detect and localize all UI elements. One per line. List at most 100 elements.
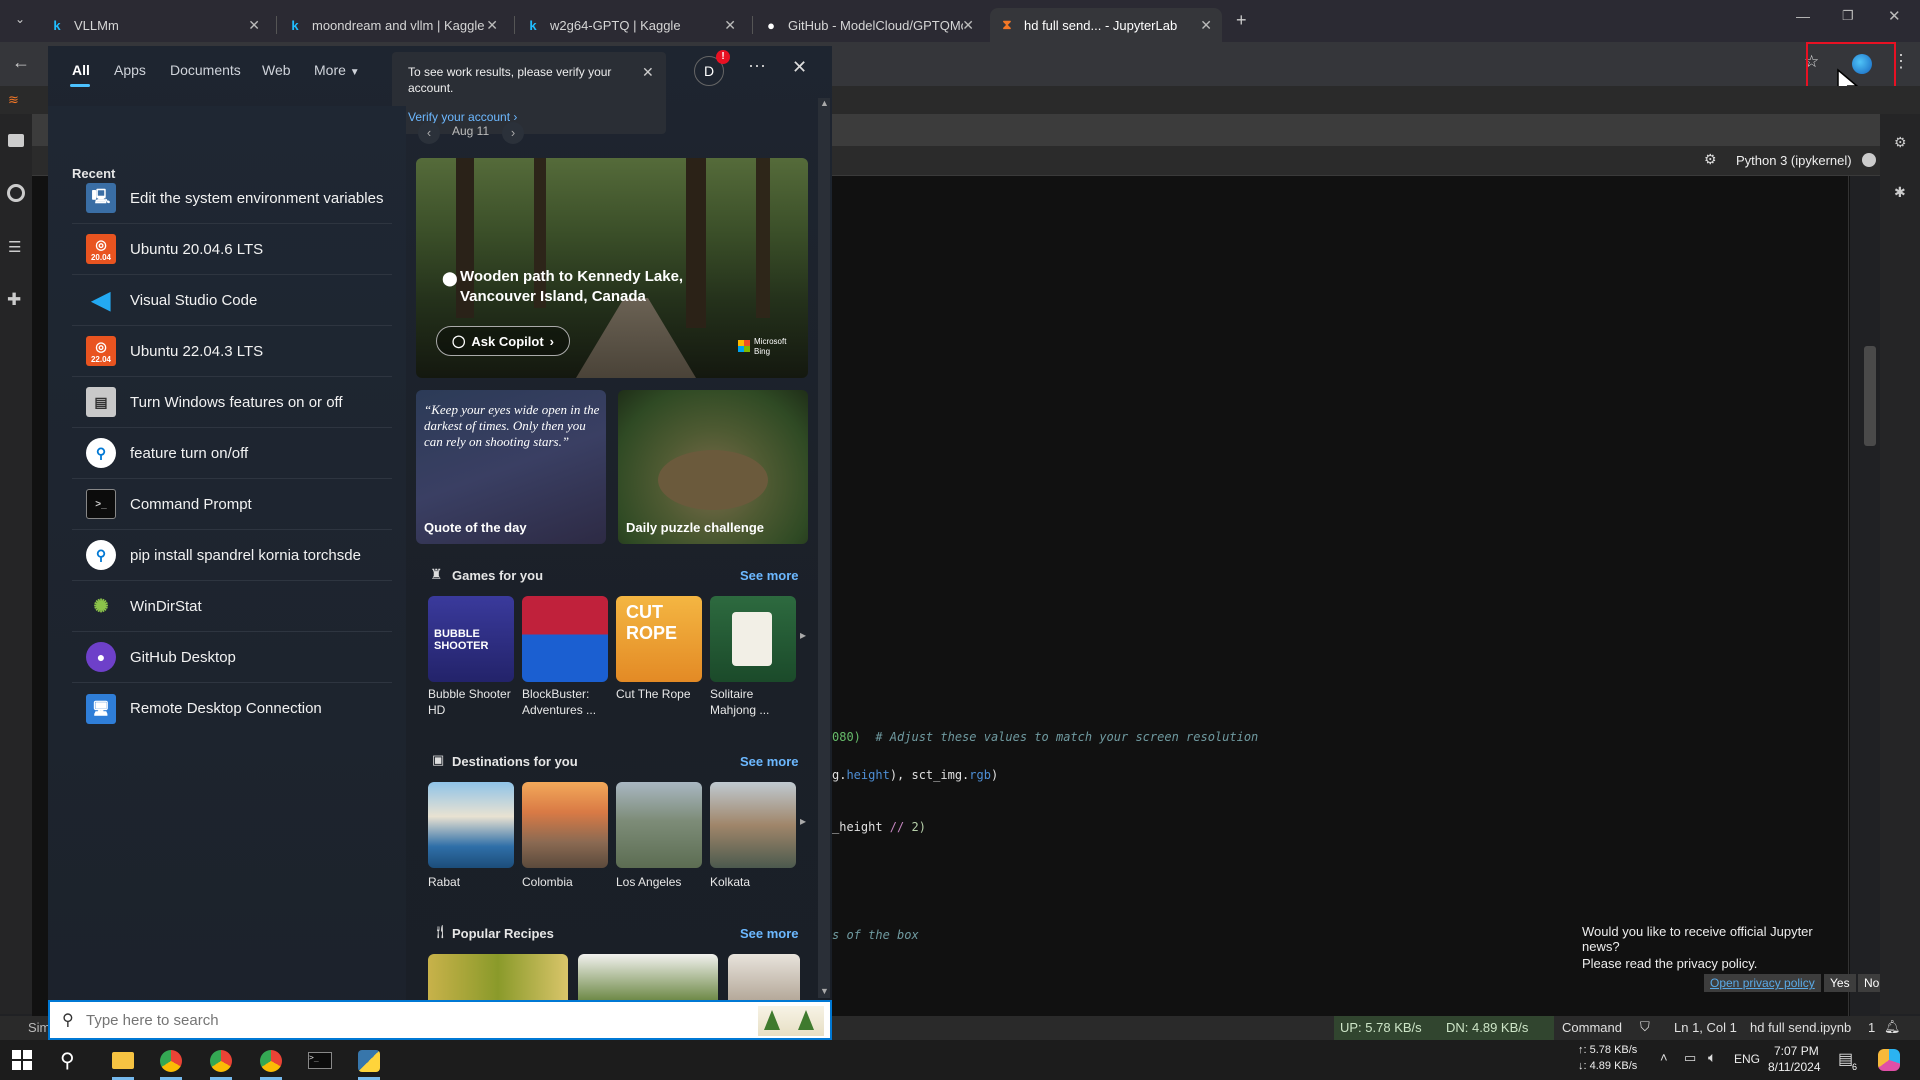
scroll-up-icon[interactable]: ▲ bbox=[820, 98, 829, 108]
avatar-letter: D bbox=[703, 63, 715, 79]
property-inspector-icon[interactable]: ⚙ bbox=[1894, 134, 1907, 151]
new-tab-button[interactable]: + bbox=[1236, 10, 1247, 31]
open-privacy-policy-button[interactable]: Open privacy policy bbox=[1704, 974, 1821, 992]
filter-tab-apps[interactable]: Apps bbox=[114, 62, 146, 78]
search-icon: ⚲ bbox=[62, 1012, 74, 1029]
volume-icon[interactable]: 🔈︎ bbox=[1708, 1049, 1716, 1066]
taskbar-search-box[interactable]: ⚲ bbox=[48, 1000, 832, 1040]
recent-item[interactable]: ▤ Turn Windows features on or off bbox=[72, 377, 392, 428]
tree-trunk bbox=[756, 158, 770, 318]
recent-item[interactable]: ⚲ feature turn on/off bbox=[72, 428, 392, 479]
version-badge: 20.04 bbox=[90, 252, 112, 262]
filter-tab-more[interactable]: More ▼ bbox=[314, 62, 360, 78]
destinations-see-more-link[interactable]: See more bbox=[740, 754, 799, 769]
chevron-up-icon[interactable]: ˄ bbox=[1660, 1050, 1668, 1065]
clock-date[interactable]: 8/11/2024 bbox=[1768, 1060, 1821, 1074]
games-next-arrow[interactable]: ▸ bbox=[800, 628, 806, 642]
toc-icon[interactable]: ☰ bbox=[8, 238, 21, 256]
filter-tab-web[interactable]: Web bbox=[262, 62, 291, 78]
destination-tile-colombia[interactable] bbox=[522, 782, 608, 868]
tree-trunk bbox=[534, 158, 546, 308]
close-icon[interactable]: ✕ bbox=[1200, 17, 1212, 34]
close-icon[interactable]: ✕ bbox=[486, 17, 498, 34]
close-window-button[interactable]: ✕ bbox=[1888, 7, 1901, 25]
game-tile-bubble-shooter[interactable]: BUBBLE SHOOTER bbox=[428, 596, 514, 682]
search-input[interactable] bbox=[86, 1008, 686, 1032]
recent-item[interactable]: ◎ 22.04 Ubuntu 22.04.3 LTS bbox=[72, 326, 392, 377]
file-explorer-icon[interactable] bbox=[112, 1052, 134, 1069]
folder-icon[interactable] bbox=[8, 134, 24, 147]
recipes-see-more-link[interactable]: See more bbox=[740, 926, 799, 941]
panel-scrollbar[interactable] bbox=[818, 98, 830, 998]
chrome-icon[interactable] bbox=[160, 1050, 182, 1072]
tab-search-button[interactable]: ⌄ bbox=[8, 12, 32, 32]
python-icon[interactable] bbox=[358, 1050, 380, 1072]
close-icon[interactable]: ✕ bbox=[248, 17, 260, 34]
chrome-icon[interactable] bbox=[210, 1050, 232, 1072]
running-icon[interactable] bbox=[7, 184, 25, 202]
search-taskbar-icon[interactable]: ⚲ bbox=[60, 1048, 75, 1073]
destination-tile-los-angeles[interactable] bbox=[616, 782, 702, 868]
minimize-button[interactable]: — bbox=[1796, 8, 1810, 24]
recent-item[interactable]: ⚲ pip install spandrel kornia torchsde bbox=[72, 530, 392, 581]
recipe-tile[interactable] bbox=[428, 954, 568, 1000]
tab-gptq-kaggle[interactable]: k w2g64-GPTQ | Kaggle ✕ bbox=[516, 8, 746, 42]
daily-puzzle-card[interactable]: Daily puzzle challenge bbox=[618, 390, 808, 544]
close-icon[interactable]: ✕ bbox=[962, 17, 974, 34]
recent-item[interactable]: 🖳︎ Edit the system environment variables bbox=[72, 173, 392, 224]
recent-item[interactable]: >_ Command Prompt bbox=[72, 479, 392, 530]
next-date-button[interactable]: › bbox=[502, 122, 524, 144]
yes-button[interactable]: Yes bbox=[1824, 974, 1856, 992]
back-icon[interactable]: ← bbox=[12, 52, 30, 73]
close-search-button[interactable]: ✕ bbox=[792, 57, 807, 78]
remote-desktop-icon: 🖥︎ bbox=[86, 693, 116, 724]
destination-tile-rabat[interactable] bbox=[428, 782, 514, 868]
fork-knife-icon: 🍴︎ bbox=[432, 924, 449, 939]
chrome-icon[interactable] bbox=[260, 1050, 282, 1072]
kernel-settings-icon[interactable]: ⚙ bbox=[1704, 151, 1717, 168]
daily-image-card[interactable]: ⬤ Wooden path to Kennedy Lake, Vancouver… bbox=[416, 158, 808, 378]
games-see-more-link[interactable]: See more bbox=[740, 568, 799, 583]
tab-moondream[interactable]: k moondream and vllm | Kaggle ✕ bbox=[278, 8, 508, 42]
kernel-status-icon bbox=[1862, 153, 1876, 167]
game-tile-blockbuster[interactable] bbox=[522, 596, 608, 682]
prev-date-button[interactable]: ‹ bbox=[418, 122, 440, 144]
terminal-icon[interactable]: >_ bbox=[308, 1052, 332, 1069]
tab-jupyterlab[interactable]: ⧗ hd full send... - JupyterLab ✕ bbox=[990, 8, 1222, 42]
recent-item[interactable]: ◀ Visual Studio Code bbox=[72, 275, 392, 326]
tab-vllmm[interactable]: k VLLMm ✕ bbox=[40, 8, 270, 42]
recent-item[interactable]: ● GitHub Desktop bbox=[72, 632, 392, 683]
scroll-down-icon[interactable]: ▼ bbox=[820, 986, 829, 996]
game-tile-cut-the-rope[interactable]: CUT ROPE bbox=[616, 596, 702, 682]
cursor-position[interactable]: Ln 1, Col 1 bbox=[1674, 1020, 1737, 1035]
recent-item[interactable]: 🖥︎ Remote Desktop Connection bbox=[72, 683, 392, 734]
recent-item[interactable]: ◎ 20.04 Ubuntu 20.04.6 LTS bbox=[72, 224, 392, 275]
restore-button[interactable]: ❐ bbox=[1842, 8, 1854, 24]
kernel-name[interactable]: Python 3 (ipykernel) bbox=[1736, 153, 1852, 168]
notification-center-icon[interactable]: ▤ bbox=[1838, 1049, 1853, 1069]
ask-copilot-button[interactable]: ◯ Ask Copilot › bbox=[436, 326, 570, 356]
destination-tile-kolkata[interactable] bbox=[710, 782, 796, 868]
recipe-tile[interactable] bbox=[578, 954, 718, 1000]
close-icon[interactable]: ✕ bbox=[642, 64, 654, 81]
filter-tab-documents[interactable]: Documents bbox=[170, 62, 241, 78]
editor-scrollbar[interactable] bbox=[1864, 346, 1876, 446]
bell-icon[interactable]: 🔔︎ bbox=[1884, 1019, 1901, 1035]
recent-item[interactable]: ✺ WinDirStat bbox=[72, 581, 392, 632]
game-tile-solitaire-mahjong[interactable] bbox=[710, 596, 796, 682]
debugger-icon[interactable]: ✱ bbox=[1894, 184, 1906, 201]
recipe-tile[interactable] bbox=[728, 954, 800, 1000]
close-icon[interactable]: ✕ bbox=[724, 17, 736, 34]
start-button[interactable] bbox=[12, 1050, 32, 1070]
clock-time[interactable]: 7:07 PM bbox=[1774, 1044, 1819, 1058]
copilot-icon[interactable] bbox=[1878, 1049, 1900, 1071]
extensions-icon[interactable]: ✚ bbox=[7, 290, 21, 310]
quote-of-the-day-card[interactable]: “Keep your eyes wide open in the darkest… bbox=[416, 390, 606, 544]
more-options-icon[interactable]: ⋯ bbox=[748, 56, 766, 77]
network-icon[interactable]: ▭ bbox=[1684, 1050, 1696, 1066]
destinations-next-arrow[interactable]: ▸ bbox=[800, 814, 806, 828]
microsoft-logo-icon bbox=[738, 340, 750, 352]
tab-github[interactable]: ● GitHub - ModelCloud/GPTQMo ✕ bbox=[754, 8, 984, 42]
language-indicator[interactable]: ENG bbox=[1734, 1052, 1760, 1066]
filter-tab-all[interactable]: All bbox=[72, 62, 90, 78]
